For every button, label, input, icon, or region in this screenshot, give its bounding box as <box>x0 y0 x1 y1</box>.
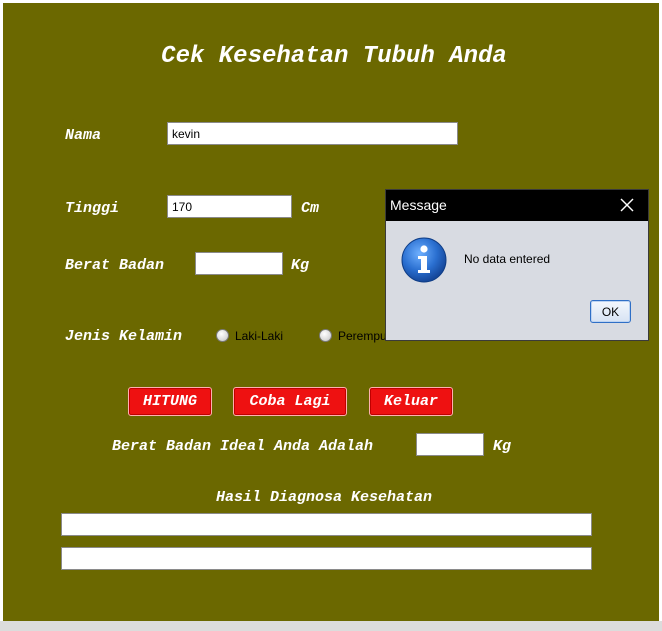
berat-field[interactable] <box>195 252 283 275</box>
radio-perempuan[interactable] <box>319 329 332 342</box>
hasil-field-2[interactable] <box>61 547 592 570</box>
hasil-field-1[interactable] <box>61 513 592 536</box>
close-icon[interactable] <box>620 198 634 212</box>
keluar-button[interactable]: Keluar <box>369 387 453 416</box>
tinggi-field[interactable]: 170 <box>167 195 292 218</box>
ok-button[interactable]: OK <box>590 300 631 323</box>
coba-lagi-button[interactable]: Coba Lagi <box>233 387 347 416</box>
radio-laki-laki[interactable] <box>216 329 229 342</box>
hitung-button[interactable]: HITUNG <box>128 387 212 416</box>
info-icon <box>401 237 447 283</box>
hasil-diagnosa-label: Hasil Diagnosa Kesehatan <box>216 489 433 506</box>
ideal-weight-label: Berat Badan Ideal Anda Adalah <box>112 438 374 455</box>
dialog-titlebar[interactable]: Message <box>386 190 648 221</box>
ideal-weight-field[interactable] <box>416 433 484 456</box>
message-dialog: Message No data entered OK <box>385 189 649 341</box>
berat-unit-label: Kg <box>291 257 310 274</box>
nama-label: Nama <box>65 127 102 144</box>
jenis-kelamin-label: Jenis Kelamin <box>65 328 183 345</box>
radio-laki-laki-label[interactable]: Laki-Laki <box>235 329 283 343</box>
tinggi-unit-label: Cm <box>301 200 320 217</box>
tinggi-label: Tinggi <box>65 200 120 217</box>
nama-field[interactable]: kevin <box>167 122 458 145</box>
berat-label: Berat Badan <box>65 257 165 274</box>
ideal-weight-unit-label: Kg <box>493 438 512 455</box>
dialog-title: Message <box>390 197 447 213</box>
page-title: Cek Kesehatan Tubuh Anda <box>161 43 507 70</box>
window-bottom-edge <box>0 621 662 631</box>
dialog-message: No data entered <box>464 252 551 266</box>
